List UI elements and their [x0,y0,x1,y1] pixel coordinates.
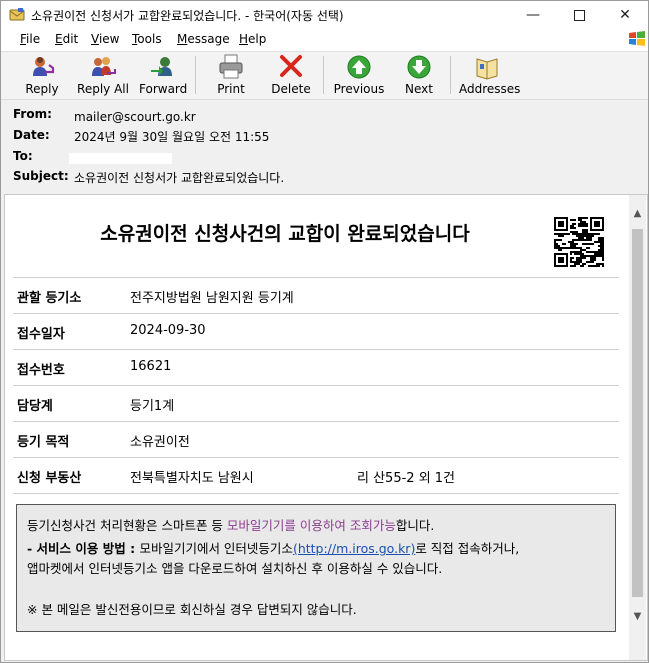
message-headers: From: mailer@scourt.go.kr Date: 2024년 9월… [1,100,648,192]
to-redacted-value [69,153,172,164]
from-label: From: [13,107,52,121]
reply-all-button[interactable]: Reply All [75,53,131,97]
scroll-thumb[interactable] [632,229,643,597]
row-label-registry-office: 관할 등기소 [17,291,82,306]
subject-value: 소유권이전 신청서가 교합완료되었습니다. [74,171,285,185]
toolbar-separator [450,56,451,94]
table-divider [13,313,619,314]
row-value-property: 전북특별자치도 남원시 [130,471,254,486]
row-value-purpose: 소유권이전 [130,435,190,450]
forward-icon [151,57,172,76]
address-book-icon [476,58,498,80]
date-label: Date: [13,128,50,142]
message-body: 소유권이전 신청사건의 교합이 완료되었습니다 관할 등기소 전주지방법원 남원… [4,194,648,661]
window-title: 소유권이전 신청서가 교합완료되었습니다. - 한국어(자동 선택) [31,9,344,23]
maximize-icon [573,9,585,21]
table-divider [13,349,619,350]
reply-all-icon [92,57,116,76]
from-value[interactable]: mailer@scourt.go.kr [74,110,196,124]
date-value: 2024년 9월 30일 월요일 오전 11:55 [74,130,270,144]
menu-bar: File Edit View Tools Message Help [1,29,648,52]
title-bar: 소유권이전 신청서가 교합완료되었습니다. - 한국어(자동 선택) — ✕ [1,1,648,29]
toolbar-separator [195,56,196,94]
printer-icon [219,54,243,79]
to-label: To: [13,149,33,163]
minimize-button[interactable]: — [510,1,556,29]
mail-app-icon [9,8,25,21]
row-label-property: 신청 부동산 [17,471,82,486]
windows-logo-icon [629,31,645,46]
arrow-down-icon [407,55,431,79]
menu-message[interactable]: Message [177,32,230,46]
menu-edit[interactable]: Edit [55,32,78,46]
vertical-scrollbar[interactable]: ▲ ▼ [629,195,646,660]
print-button[interactable]: Print [211,53,251,97]
menu-file[interactable]: File [20,32,40,46]
menu-tools[interactable]: Tools [132,32,162,46]
arrow-up-icon [347,55,371,79]
qr-code-icon [554,217,604,267]
notice-line-3: 앱마켓에서 인터넷등기소 앱을 다운로드하여 설치하신 후 이용하실 수 있습니… [27,561,443,576]
menu-view[interactable]: View [91,32,119,46]
delete-x-icon [280,55,302,77]
table-divider [13,385,619,386]
row-label-department: 담당계 [17,399,53,414]
next-button[interactable]: Next [399,53,439,97]
menu-help[interactable]: Help [239,32,266,46]
addresses-button[interactable]: Addresses [459,53,520,97]
row-value-registry-office: 전주지방법원 남원지원 등기계 [130,291,294,306]
row-value-receipt-number: 16621 [130,359,172,374]
table-divider [13,457,619,458]
reply-button[interactable]: Reply [19,53,65,97]
maximize-button[interactable] [556,1,602,29]
previous-button[interactable]: Previous [333,53,385,97]
scroll-up-arrow-icon[interactable]: ▲ [629,205,646,222]
row-value-department: 등기1계 [130,399,175,414]
toolbar-separator [323,56,324,94]
table-divider [13,277,619,278]
notice-line-1: 등기신청사건 처리현황은 스마트폰 등 모바일기기를 이용하여 조회가능합니다. [27,518,435,533]
forward-button[interactable]: Forward [139,53,187,97]
table-divider [13,493,619,494]
row-value-property-lot: 리 산55-2 외 1건 [357,471,456,486]
notice-line-4: ※ 본 메일은 발신전용이므로 회신하실 경우 답변되지 않습니다. [27,602,357,617]
scroll-down-arrow-icon[interactable]: ▼ [629,608,646,625]
subject-label: Subject: [13,169,69,183]
mail-window: 소유권이전 신청서가 교합완료되었습니다. - 한국어(자동 선택) — ✕ F… [0,0,649,663]
notice-box: 등기신청사건 처리현황은 스마트폰 등 모바일기기를 이용하여 조회가능합니다.… [16,504,616,632]
row-label-receipt-number: 접수번호 [17,363,65,378]
notice-line-2: - 서비스 이용 방법 : 모바일기기에서 인터넷등기소(http://m.ir… [27,541,520,556]
row-value-receipt-date: 2024-09-30 [130,323,206,338]
reply-icon [33,57,55,76]
table-divider [13,421,619,422]
iros-link[interactable]: (http://m.iros.go.kr) [293,541,415,556]
toolbar: Reply Reply All Forward Print Delete Pre… [1,52,648,100]
mail-title: 소유권이전 신청사건의 교합이 완료되었습니다 [100,223,470,245]
close-button[interactable]: ✕ [602,1,648,29]
row-label-receipt-date: 접수일자 [17,327,65,342]
row-label-purpose: 등기 목적 [17,435,70,450]
delete-button[interactable]: Delete [269,53,313,97]
